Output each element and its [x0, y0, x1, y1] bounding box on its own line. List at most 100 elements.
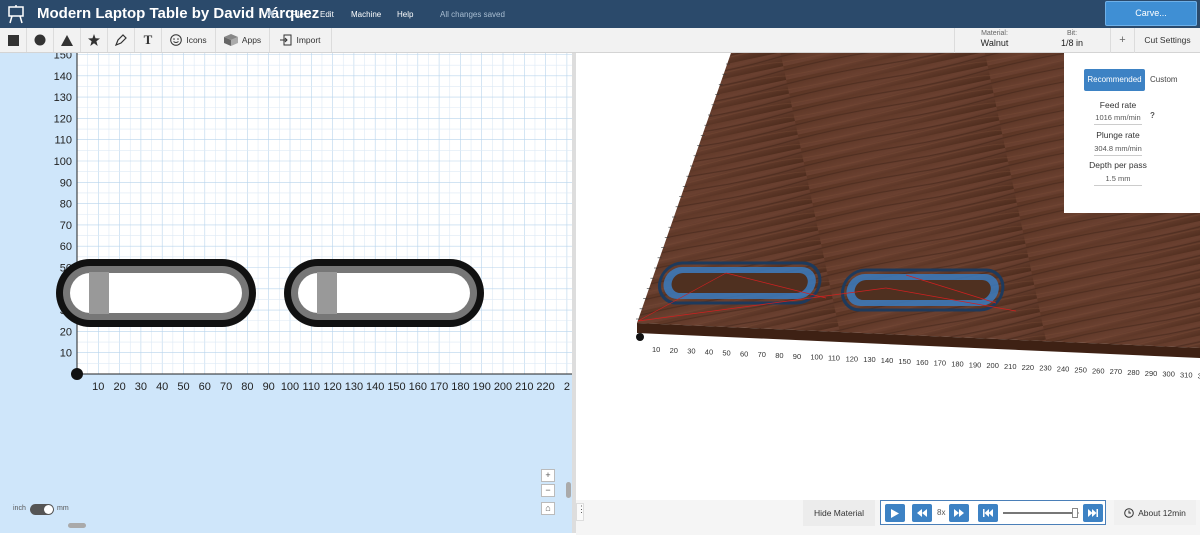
x-tick-label: 180 — [451, 381, 469, 393]
3d-x-tick-label: 40 — [705, 348, 713, 357]
cut-settings-button[interactable]: Cut Settings — [1134, 28, 1200, 53]
skip-end-icon — [1088, 509, 1098, 517]
recommended-tab[interactable]: Recommended — [1084, 69, 1145, 91]
menu-file[interactable]: File — [291, 10, 304, 19]
import-button[interactable]: Import — [270, 28, 332, 52]
3d-x-tick-label: 80 — [775, 351, 783, 360]
slot-shape-1[interactable] — [56, 259, 256, 327]
triangle-tool[interactable] — [54, 28, 81, 52]
design-canvas[interactable]: 1020304050607080901001101201301401501020… — [0, 53, 572, 533]
skip-start-button[interactable] — [978, 504, 998, 522]
expand-handle-icon[interactable]: ⋮ — [576, 503, 586, 521]
zoom-in-button[interactable]: + — [541, 469, 555, 482]
material-label: Material: — [981, 30, 1008, 37]
x-tick-label: 80 — [241, 381, 253, 393]
y-tick-label: 60 — [60, 241, 72, 253]
fast-forward-button[interactable] — [949, 504, 969, 522]
3d-x-tick-label: 50 — [722, 348, 730, 357]
3d-x-tick-label: 290 — [1145, 369, 1158, 378]
material-selector[interactable]: Material: Walnut — [954, 28, 1034, 53]
add-bit-button[interactable]: + — [1110, 28, 1134, 53]
project-title[interactable]: Modern Laptop Table by David Márquez — [37, 5, 319, 22]
pen-tool[interactable] — [108, 28, 135, 52]
star-tool[interactable] — [81, 28, 108, 52]
y-tick-label: 100 — [54, 156, 72, 168]
3d-x-tick-label: 20 — [670, 346, 678, 355]
unit-mm-label: mm — [57, 505, 69, 512]
horizontal-scrollbar[interactable] — [68, 523, 86, 528]
3d-x-tick-label: 130 — [863, 355, 876, 364]
3d-x-tick-label: 210 — [1004, 362, 1017, 371]
3d-x-tick-label: 170 — [934, 359, 947, 368]
x-tick-label: 50 — [177, 381, 189, 393]
time-estimate: About 12min — [1138, 507, 1186, 518]
3d-x-tick-label: 270 — [1110, 367, 1123, 376]
design-grid[interactable]: 1020304050607080901001101201301401501020… — [0, 53, 572, 533]
y-tick-label: 10 — [60, 348, 72, 360]
plunge-rate-value: 304.8 mm/min — [1094, 144, 1142, 156]
text-icon: T — [143, 32, 153, 47]
x-tick-label: 140 — [366, 381, 384, 393]
y-tick-label: 70 — [60, 220, 72, 232]
progress-slider[interactable] — [1003, 508, 1079, 518]
feed-rate-label: Feed rate — [1099, 100, 1137, 110]
square-tool[interactable] — [0, 28, 27, 52]
apps-label: Apps — [241, 35, 262, 45]
home-view-button[interactable]: ⌂ — [541, 502, 555, 515]
feed-rate-help-icon[interactable]: ? — [1150, 111, 1155, 120]
easel-logo-icon[interactable] — [7, 4, 25, 24]
apps-button[interactable]: Apps — [216, 28, 270, 52]
x-tick-label: 160 — [409, 381, 427, 393]
menu-help[interactable]: Help — [397, 10, 413, 19]
slot-shape-2[interactable] — [284, 259, 484, 327]
y-tick-label: 110 — [54, 135, 72, 147]
material-value: Walnut — [980, 38, 1009, 48]
unit-toggle-knob — [44, 505, 53, 514]
fast-forward-icon — [954, 509, 964, 517]
bit-selector[interactable]: Bit: 1/8 in — [1034, 28, 1110, 53]
skip-end-button[interactable] — [1083, 504, 1103, 522]
menu-edit[interactable]: Edit — [320, 10, 334, 19]
bit-label: Bit: — [1066, 30, 1078, 37]
circle-tool[interactable] — [27, 28, 54, 52]
y-tick-label: 150 — [54, 53, 72, 62]
rewind-button[interactable] — [912, 504, 932, 522]
3d-x-tick-label: 230 — [1039, 364, 1052, 373]
3d-x-tick-label: 30 — [687, 347, 695, 356]
x-tick-label: 2 — [564, 381, 570, 393]
carve-button[interactable]: Carve... — [1105, 1, 1197, 26]
3d-x-tick-label: 140 — [881, 356, 894, 365]
import-icon — [280, 34, 292, 46]
x-tick-label: 60 — [199, 381, 211, 393]
x-tick-label: 110 — [303, 381, 321, 393]
playback-speed[interactable]: 8x — [937, 508, 945, 517]
text-tool[interactable]: T — [135, 28, 162, 52]
3d-x-tick-label: 100 — [810, 353, 823, 362]
unit-toggle[interactable] — [30, 504, 54, 515]
save-status: All changes saved — [440, 10, 505, 19]
x-tick-label: 70 — [220, 381, 232, 393]
x-tick-label: 20 — [113, 381, 125, 393]
custom-tab[interactable]: Custom — [1150, 75, 1178, 84]
origin-marker — [71, 368, 83, 380]
play-button[interactable] — [885, 504, 905, 522]
3d-x-tick-label: 90 — [793, 352, 801, 361]
icons-button[interactable]: Icons — [162, 28, 216, 52]
3d-x-tick-label: 180 — [951, 359, 964, 368]
zoom-out-button[interactable]: − — [541, 484, 555, 497]
favorite-star-icon[interactable]: ★ — [265, 6, 276, 20]
3d-x-tick-label: 280 — [1127, 368, 1140, 377]
menu-machine[interactable]: Machine — [351, 10, 381, 19]
progress-slider-handle[interactable] — [1072, 508, 1079, 518]
x-tick-label: 170 — [430, 381, 448, 393]
hide-material-button[interactable]: Hide Material — [803, 500, 875, 526]
3d-x-tick-label: 150 — [898, 357, 911, 366]
import-label: Import — [296, 35, 321, 45]
title-bar: Modern Laptop Table by David Márquez ★ F… — [0, 0, 1200, 28]
x-tick-label: 200 — [494, 381, 512, 393]
vertical-scrollbar[interactable] — [566, 482, 571, 498]
clock-icon — [1124, 507, 1134, 518]
3d-x-tick-label: 70 — [758, 350, 766, 359]
cut-settings-panel: Recommended Custom Feed rate 1016 mm/min… — [1064, 53, 1200, 213]
estimate-button[interactable]: About 12min — [1114, 500, 1196, 525]
